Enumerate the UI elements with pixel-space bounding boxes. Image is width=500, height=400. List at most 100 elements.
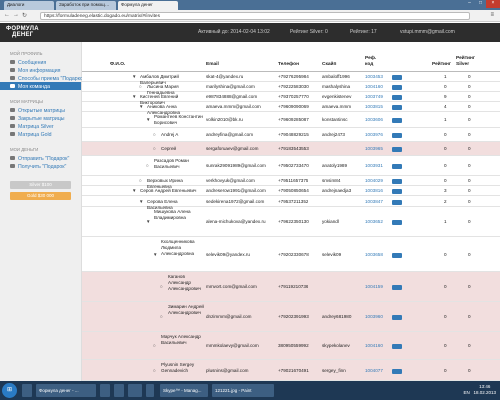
user-email[interactable]: vstupi.mmm@gmail.com	[400, 29, 455, 35]
table-row: ▼ Серов Андрей Евгеньевич andreserow1991@g…	[82, 186, 500, 196]
silver-button[interactable]: Silver $100	[10, 181, 71, 189]
expand-caret-icon[interactable]: ▼	[132, 94, 136, 99]
row-action-button[interactable]	[392, 343, 402, 349]
sidebar-item-messages[interactable]: Сообщения	[0, 58, 81, 66]
gold-button[interactable]: Gold $30 000	[10, 192, 71, 200]
menu-icon[interactable]: ≡	[490, 12, 494, 18]
lang-indicator[interactable]: EN	[463, 390, 469, 395]
taskbar-item[interactable]: 121221.jpg - Paint	[212, 384, 274, 397]
sidebar-item-label: Моя команда	[18, 83, 50, 90]
explorer-icon[interactable]	[22, 384, 32, 397]
expand-caret-icon[interactable]: ▼	[146, 117, 150, 122]
sidebar-item-open-matrices[interactable]: Открытые матрицы	[0, 106, 81, 114]
row-ref-code[interactable]: 1004160	[365, 84, 383, 89]
row-ref-code[interactable]: 1003453	[365, 74, 383, 79]
row-name: Andrej A	[161, 132, 179, 137]
logo[interactable]: ФОРМУЛА ДЕНЕГ	[6, 26, 39, 38]
row-ref-code[interactable]: 1003816	[365, 188, 383, 193]
sidebar-item-closed-matrices[interactable]: Закрытые матрицы	[0, 114, 81, 122]
expand-caret-icon[interactable]: ▼	[132, 74, 136, 79]
row-phone: +79511657375	[278, 178, 309, 183]
row-email: mmvort.com@gmail.com	[206, 284, 257, 289]
row-ref-code[interactable]: 1003606	[365, 117, 383, 122]
row-phone: 380950559992	[278, 343, 309, 348]
row-action-button[interactable]	[392, 74, 402, 80]
media-icon[interactable]	[128, 384, 142, 397]
row-action-button[interactable]	[392, 252, 402, 258]
expand-caret-icon[interactable]: ▼	[146, 219, 150, 224]
row-action-button[interactable]	[392, 146, 402, 152]
expand-caret-icon[interactable]: ▼	[139, 104, 143, 109]
row-ref-code[interactable]: 1003976	[365, 132, 383, 137]
app-icon[interactable]	[146, 384, 154, 397]
row-action-button[interactable]	[392, 314, 402, 320]
sidebar-item-label: Способы приема "Подарков"	[18, 75, 88, 82]
taskbar-item[interactable]: Skype™ - Manag...	[160, 384, 208, 397]
row-action-button[interactable]	[392, 368, 402, 374]
taskbar-item[interactable]: Формула денег - ...	[36, 384, 96, 397]
row-ref-code[interactable]: 1004160	[365, 343, 383, 348]
row-ref-code[interactable]: 1003815	[365, 104, 383, 109]
row-ref-code[interactable]: 1003652	[365, 219, 383, 224]
back-icon[interactable]: ←	[4, 12, 10, 18]
sidebar-item-my-team[interactable]: Моя команда	[0, 82, 81, 90]
gift-icon	[10, 164, 15, 169]
row-action-button[interactable]	[392, 188, 402, 194]
row-action-button[interactable]	[392, 104, 402, 110]
expand-caret-icon[interactable]: ▼	[139, 199, 143, 204]
row-action-button[interactable]	[392, 132, 402, 138]
row-action-button[interactable]	[392, 94, 402, 100]
close-icon[interactable]: ×	[486, 0, 500, 8]
browser-tab-active[interactable]: Формула денег	[118, 1, 178, 10]
rating: Рейтинг: 17	[350, 29, 377, 35]
forward-icon[interactable]: →	[13, 12, 19, 18]
browser-tab-strip: Диалоги Заработок при помощ… Формула ден…	[0, 0, 500, 10]
row-email: volkin2010@bk.ru	[206, 117, 243, 122]
row-action-button[interactable]	[392, 284, 402, 290]
row-ref-code[interactable]: 1004159	[365, 284, 383, 289]
leaf-circle-icon: ○	[153, 146, 156, 151]
row-ref-code[interactable]: 1004077	[365, 368, 383, 373]
folder-icon[interactable]	[100, 384, 110, 397]
browser-tab[interactable]: Заработок при помощ…	[56, 1, 116, 10]
sidebar-item-matrix-silver[interactable]: Матрица Silver	[0, 122, 81, 130]
minimize-icon[interactable]: –	[464, 0, 475, 8]
row-ref-code[interactable]: 1003658	[365, 252, 383, 257]
row-action-button[interactable]	[392, 199, 402, 205]
reload-icon[interactable]: ↻	[22, 12, 27, 19]
sidebar-header-profile: Мой профиль	[10, 51, 43, 56]
row-action-button[interactable]	[392, 84, 402, 90]
expand-caret-icon[interactable]: ▼	[153, 252, 157, 257]
opera-icon[interactable]	[114, 384, 124, 397]
start-button[interactable]: ⊞	[2, 383, 17, 398]
browser-tab[interactable]: Диалоги	[4, 1, 54, 10]
row-email: sedekirena1972@gmail.com	[206, 199, 265, 204]
row-ref-code[interactable]: 1003965	[365, 146, 383, 151]
sidebar-item-send-gift[interactable]: Отправить "Подарок"	[0, 154, 81, 162]
row-name: Кхолщенникова Людмила Александровна	[161, 239, 195, 256]
row-skype: amaeva.mmm	[322, 104, 352, 109]
row-action-button[interactable]	[392, 178, 402, 184]
row-rating-silver: 0	[468, 163, 471, 168]
row-phone: +79609285087	[278, 117, 309, 122]
row-skype: andrey681980	[322, 314, 352, 319]
row-ref-code[interactable]: 1003847	[365, 199, 383, 204]
row-action-button[interactable]	[392, 219, 402, 225]
row-action-button[interactable]	[392, 163, 402, 169]
sidebar-item-receive-gift[interactable]: Получить "Подарок"	[0, 162, 81, 170]
row-email: alena-michukova@yandex.ru	[206, 219, 266, 224]
sidebar-item-matrix-gold[interactable]: Матрица Gold	[0, 130, 81, 138]
row-rating: 0	[444, 163, 447, 168]
row-action-button[interactable]	[392, 117, 402, 123]
sidebar-item-my-info[interactable]: Моя информация	[0, 66, 81, 74]
row-ref-code[interactable]: 1003960	[365, 314, 383, 319]
url-input[interactable]: https://formuladeneg.elastic.dogado.eu/m…	[40, 12, 470, 20]
sidebar-item-payment-methods[interactable]: Способы приема "Подарков"	[0, 74, 87, 82]
row-ref-code[interactable]: 1004029	[365, 178, 383, 183]
row-ref-code[interactable]: 1003931	[365, 163, 383, 168]
row-ref-code[interactable]: 1003749	[365, 94, 383, 99]
maximize-icon[interactable]: □	[475, 0, 486, 8]
expand-caret-icon[interactable]: ▼	[132, 188, 136, 193]
row-rating: 0	[444, 284, 447, 289]
row-rating-silver: 0	[468, 117, 471, 122]
